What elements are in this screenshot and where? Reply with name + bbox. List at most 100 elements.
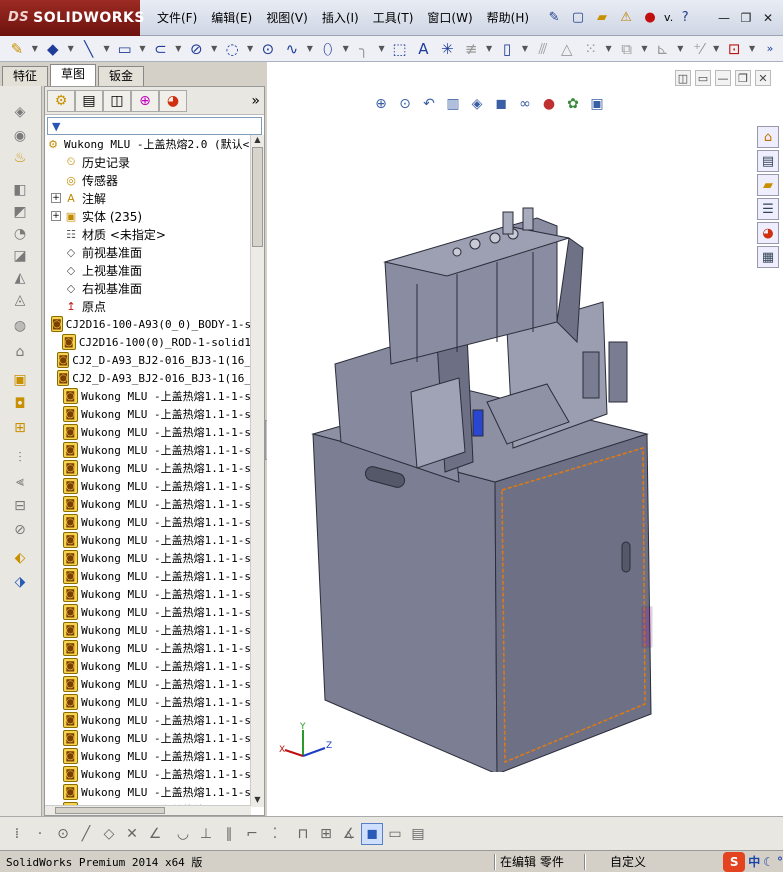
tree-row[interactable]: + A 注解 [45,189,251,207]
expand-icon[interactable]: + [51,211,61,221]
menu-edit[interactable]: 编辑(E) [204,0,259,36]
tree-row[interactable]: ◙Wukong MLU -上盖热熔1.1-1-s [45,387,251,405]
dropdown-arrow-icon[interactable]: ▼ [484,38,494,60]
tree-row[interactable]: ◎ 传感器 [45,171,251,189]
plane-sketch-icon[interactable]: ⬚ [389,38,411,60]
tree-row[interactable]: ◙Wukong MLU -上盖热熔1.1-1-s [45,747,251,765]
new-document-icon[interactable]: ▢ [568,8,588,28]
doc-close-icon[interactable]: ✕ [755,70,771,86]
extruded-cut-icon[interactable]: ◧ [9,180,31,200]
tree-row[interactable]: ◙Wukong MLU -上盖热熔1.1-1-s [45,585,251,603]
dropdown-arrow-icon[interactable]: ▼ [305,38,315,60]
tree-row[interactable]: ◇ 前视基准面 [45,243,251,261]
previous-view-icon[interactable]: ↶ [419,94,439,114]
dimxpert-tab-icon[interactable]: ⊕ [131,89,159,112]
unit-system[interactable]: 自定义 [610,853,680,870]
revolved-cut-icon[interactable]: ◩ [9,202,31,222]
ime-moon-icon[interactable]: ☾ [763,855,774,869]
table-icon[interactable]: ▤ [407,823,429,845]
spline-icon[interactable]: ∿ [281,38,303,60]
minimize-icon[interactable]: — [715,9,733,27]
traffic-light-icon[interactable]: ● [640,8,660,28]
tree-row[interactable]: ◙Wukong MLU -上盖热熔1.1-1-s [45,477,251,495]
dropdown-arrow-icon[interactable]: ▼ [520,38,530,60]
tree-row[interactable]: ◙Wukong MLU -上盖热熔1.1-1-s [45,441,251,459]
display-style-icon[interactable]: ◼ [491,94,511,114]
scroll-down-icon[interactable]: ▼ [251,795,264,807]
extruded-boss-icon[interactable]: ◈ [9,102,31,122]
ime-toolbar[interactable]: S 中 ☾ ° [723,851,783,872]
tree-row[interactable]: ◙Wukong MLU -上盖热熔1.1-1-s [45,567,251,585]
view-palette-icon[interactable]: ☰ [757,198,779,220]
dropdown-arrow-icon[interactable]: ▼ [30,38,40,60]
repair-sketch-icon[interactable]: ⁺⁄ [687,38,709,60]
tree-row[interactable]: ☷ 材质 <未指定> [45,225,251,243]
tab-sheet-metal[interactable]: 钣金 [98,66,145,86]
tree-vertical-scrollbar[interactable]: ▲ ▼ [250,135,264,807]
dome-icon[interactable]: ⫷ [9,472,31,492]
display-manager-tab-icon[interactable]: ◕ [159,89,187,112]
tree-row[interactable]: ◙Wukong MLU -上盖热熔1.1-1-s [45,621,251,639]
tree-filter[interactable]: ▼ [47,117,262,135]
tree-row[interactable]: ◙Wukong MLU -上盖热熔1.1-1-s [45,531,251,549]
tab-features[interactable]: 特征 [2,66,49,86]
tree-row[interactable]: ◇ 上视基准面 [45,261,251,279]
grid-snap-icon[interactable]: ⊓ [292,823,314,845]
scroll-thumb[interactable] [252,147,263,247]
dropdown-arrow-icon[interactable]: ▼ [711,38,721,60]
tree-row[interactable]: ◙Wukong MLU -上盖热熔1.1-1-s [45,729,251,747]
dropdown-arrow-icon[interactable]: ▼ [66,38,76,60]
convert-entities-icon[interactable]: ▯ [496,38,518,60]
configuration-manager-tab-icon[interactable]: ◫ [103,89,131,112]
linear-pattern-icon[interactable]: ⁙ [580,38,602,60]
ellipse-icon[interactable]: ⬯ [317,38,339,60]
instant3d-icon[interactable]: ◘ [9,394,31,414]
help-icon[interactable]: ? [675,8,695,28]
apply-scene-icon[interactable]: ✿ [563,94,583,114]
warning-icon[interactable]: ⚠ [616,8,636,28]
doc-restore-icon[interactable]: ❐ [735,70,751,86]
dropdown-arrow-icon[interactable]: ▼ [341,38,351,60]
fillet-icon[interactable]: ╮ [353,38,375,60]
3d-model-view[interactable] [307,152,667,772]
feature-tree-tab-icon[interactable]: ⚙ [47,89,75,112]
tree-row[interactable]: ◙Wukong MLU -上盖热熔1.1-1-s [45,711,251,729]
graphics-area[interactable]: ◫ ▭ — ❐ ✕ ⊕ ⊙ ↶ ▥ ◈ ◼ ∞ ● ✿ ▣ ⌂ ▤ ▰ ☰ ◕ … [267,62,783,816]
angle-snap-icon[interactable]: ∡ [338,823,360,845]
revolved-boss-icon[interactable]: ◉ [9,126,31,146]
property-manager-tab-icon[interactable]: ▤ [75,89,103,112]
chamfer-icon[interactable]: ◪ [9,246,31,266]
indent-icon[interactable]: ⊘ [9,520,31,540]
draft-icon[interactable]: ◬ [9,290,31,310]
tree-row[interactable]: ◙Wukong MLU -上盖热熔1.1-1-s [45,675,251,693]
dropdown-arrow-icon[interactable]: ▼ [377,38,387,60]
parallel-snap-icon[interactable]: ∥ [218,823,240,845]
hole-wizard-icon[interactable]: ⬗ [9,572,31,592]
design-library-icon[interactable]: ▤ [757,150,779,172]
dropdown-arrow-icon[interactable]: ▼ [137,38,147,60]
tree-row[interactable]: ◙Wukong MLU -上盖热熔1.1-1-s [45,639,251,657]
solidworks-logo[interactable]: DS SOLIDWORKS [0,0,144,36]
quadrant-snap-icon[interactable]: ◇ [98,823,120,845]
menu-view[interactable]: 视图(V) [259,0,315,36]
shaded-sketch-icon[interactable]: ◼ [361,822,383,845]
tree-row[interactable]: ◙Wukong MLU -上盖热熔1.1-1-s [45,405,251,423]
menu-help[interactable]: 帮助(H) [480,0,536,36]
tree-row[interactable]: ◙Wukong MLU -上盖热熔1.1-1-s [45,765,251,783]
tree-row[interactable]: ◙ CJ2D16-100-A93(0_0)_BODY-1-s [45,315,251,333]
line-snap-icon[interactable]: ╱ [75,823,97,845]
vertical-snap-icon[interactable]: ⁚ [264,823,286,845]
circle-icon[interactable]: ⊘ [185,38,207,60]
menu-window[interactable]: 窗口(W) [420,0,479,36]
linear-pattern-feature-icon[interactable]: ⊞ [9,418,31,438]
zoom-to-area-icon[interactable]: ⊙ [395,94,415,114]
view-orientation-icon[interactable]: ◈ [467,94,487,114]
fillet-feature-icon[interactable]: ◔ [9,224,31,244]
expand-icon[interactable]: + [51,193,61,203]
intersect-icon[interactable]: ⬖ [9,548,31,568]
more-tabs-icon[interactable]: » [251,93,260,109]
tree-horizontal-scrollbar[interactable] [45,805,251,815]
tree-row[interactable]: ◙ CJ2D16-100(0)_ROD-1-solid1 [45,333,251,351]
flex-icon[interactable]: ⊟ [9,496,31,516]
curves-icon[interactable]: ▣ [9,370,31,390]
